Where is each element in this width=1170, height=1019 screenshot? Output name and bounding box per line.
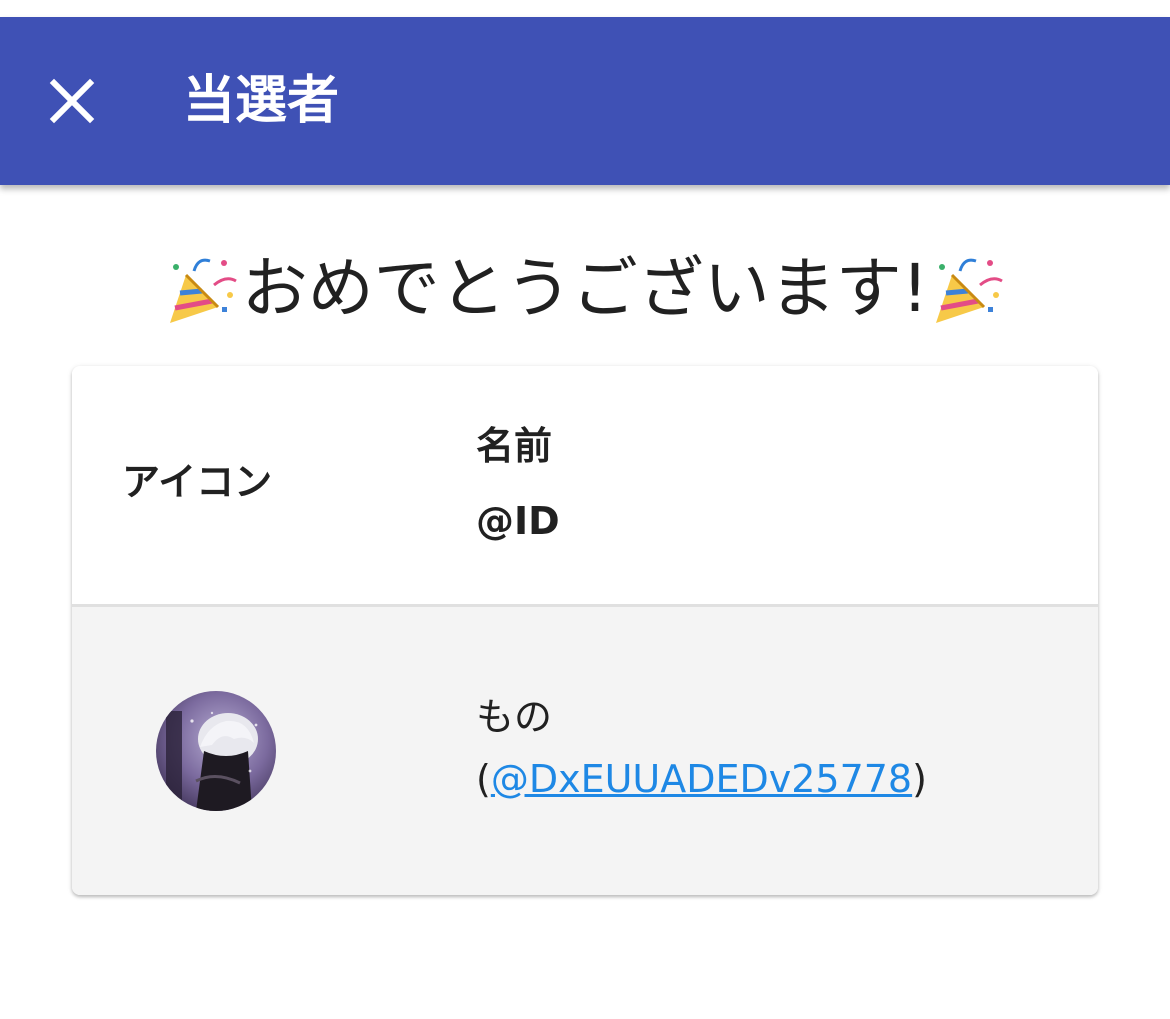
table-header: アイコン 名前 @ID bbox=[72, 366, 1098, 607]
column-header-icon: アイコン bbox=[122, 460, 273, 504]
winner-profile-link[interactable]: @DxEUUADEDv25778 bbox=[491, 757, 912, 801]
paren-close: ) bbox=[912, 757, 927, 801]
winner-name: もの bbox=[476, 695, 553, 739]
winner-table: アイコン 名前 @ID もの (@DxEUUADEDv25778) bbox=[72, 366, 1098, 895]
party-popper-icon bbox=[169, 258, 237, 323]
close-icon bbox=[49, 78, 95, 124]
paren-open: ( bbox=[476, 757, 491, 801]
page-title: 当選者 bbox=[183, 71, 340, 131]
status-bar-area bbox=[0, 0, 1170, 17]
avatar bbox=[156, 691, 276, 811]
avatar-image bbox=[156, 691, 276, 811]
table-row: もの (@DxEUUADEDv25778) bbox=[72, 607, 1098, 895]
app-bar: 当選者 bbox=[0, 17, 1170, 185]
column-header-name: 名前 bbox=[476, 424, 553, 468]
close-button[interactable] bbox=[36, 65, 108, 137]
party-popper-icon bbox=[936, 258, 1004, 323]
congrats-banner: おめでとうございます! bbox=[0, 248, 1170, 330]
column-header-id: @ID bbox=[476, 499, 560, 543]
congrats-text: おめでとうございます! bbox=[241, 250, 929, 327]
winner-id: (@DxEUUADEDv25778) bbox=[476, 753, 927, 805]
